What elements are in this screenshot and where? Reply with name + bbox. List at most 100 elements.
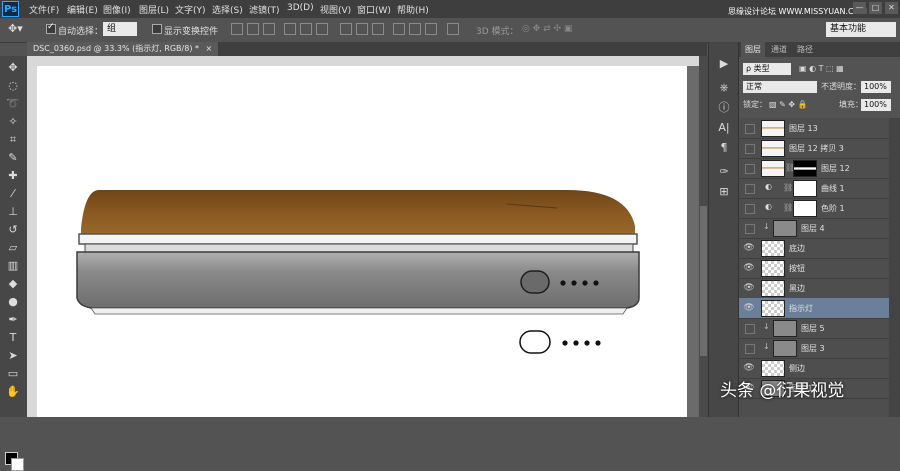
align-hcenter-icon[interactable] xyxy=(300,23,312,35)
brush-tool-icon[interactable]: ⁄ xyxy=(3,186,23,202)
blend-mode-dropdown[interactable]: 正常 xyxy=(743,81,817,93)
tab-paths[interactable]: 路径 xyxy=(793,42,817,57)
document-tab[interactable]: DSC_0360.psd @ 33.3% (指示灯, RGB/8) * × xyxy=(27,42,219,56)
clone-source-icon[interactable]: ⊞ xyxy=(716,184,732,200)
eye-icon[interactable]: 👁 xyxy=(743,242,755,254)
lock-icons[interactable]: ▧ ✎ ✥ 🔒 xyxy=(769,98,808,112)
layer-row[interactable]: ◐ ⛓ 色阶 1 xyxy=(739,198,889,219)
eye-icon[interactable]: 👁 xyxy=(743,302,755,314)
gradient-tool-icon[interactable]: ▥ xyxy=(3,258,23,274)
distribute-bottom-icon[interactable] xyxy=(372,23,384,35)
move-tool-preset-icon[interactable]: ✥▾ xyxy=(8,22,23,35)
layer-row[interactable]: 图层 12 拷贝 3 xyxy=(739,138,889,159)
layer-row[interactable]: 👁 底边 xyxy=(739,238,889,259)
fill-input[interactable]: 100% xyxy=(861,99,891,111)
layer-row[interactable]: ↓ 图层 4 xyxy=(739,218,889,239)
filter-icons[interactable]: ▣ ◐ T ⬚ ▦ xyxy=(799,62,844,76)
layer-row-selected[interactable]: 👁 指示灯 xyxy=(739,298,889,319)
menu-help[interactable]: 帮助(H) xyxy=(397,3,429,16)
layer-row[interactable]: 👁 黑边 xyxy=(739,278,889,299)
healing-brush-tool-icon[interactable]: ✚ xyxy=(3,168,23,184)
distribute-left-icon[interactable] xyxy=(393,23,405,35)
align-left-icon[interactable] xyxy=(284,23,296,35)
history-icon[interactable]: ⎈ xyxy=(716,80,732,96)
align-bottom-icon[interactable] xyxy=(263,23,275,35)
visibility-toggle[interactable] xyxy=(745,164,755,174)
layer-row[interactable]: 图层 13 xyxy=(739,118,889,139)
visibility-toggle[interactable] xyxy=(745,124,755,134)
align-vcenter-icon[interactable] xyxy=(247,23,259,35)
visibility-toggle[interactable] xyxy=(745,344,755,354)
visibility-toggle[interactable] xyxy=(745,204,755,214)
eye-icon[interactable]: 👁 xyxy=(743,262,755,274)
blur-tool-icon[interactable]: ◆ xyxy=(3,276,23,292)
auto-align-icon[interactable] xyxy=(447,23,459,35)
shape-tool-icon[interactable]: ▭ xyxy=(3,366,23,382)
pen-tool-icon[interactable]: ✒ xyxy=(3,312,23,328)
opacity-input[interactable]: 100% xyxy=(861,81,891,93)
maximize-button[interactable]: □ xyxy=(869,2,882,14)
play-actions-icon[interactable]: ▶ xyxy=(716,56,732,72)
close-button[interactable]: ✕ xyxy=(885,2,898,14)
menu-3d[interactable]: 3D(D) xyxy=(287,3,314,13)
layer-row[interactable]: ⛓ 图层 12 xyxy=(739,158,889,179)
distribute-hcenter-icon[interactable] xyxy=(409,23,421,35)
tab-layers[interactable]: 图层 xyxy=(741,42,765,57)
scrollbar-thumb[interactable] xyxy=(700,206,707,356)
clone-stamp-tool-icon[interactable]: ⊥ xyxy=(3,204,23,220)
history-brush-tool-icon[interactable]: ↺ xyxy=(3,222,23,238)
menu-image[interactable]: 图像(I) xyxy=(103,3,131,16)
filter-kind-dropdown[interactable]: ρ 类型 xyxy=(743,63,791,75)
align-right-icon[interactable] xyxy=(316,23,328,35)
layer-row[interactable]: ↓ 图层 3 xyxy=(739,338,889,359)
visibility-toggle[interactable] xyxy=(745,324,755,334)
menu-layer[interactable]: 图层(L) xyxy=(139,3,169,16)
type-tool-icon[interactable]: T xyxy=(3,330,23,346)
minimize-button[interactable]: — xyxy=(853,2,866,14)
move-tool-icon[interactable]: ✥ xyxy=(3,60,23,76)
eye-icon[interactable]: 👁 xyxy=(743,282,755,294)
visibility-toggle[interactable] xyxy=(745,144,755,154)
show-transform-checkbox[interactable] xyxy=(152,24,162,34)
magic-wand-tool-icon[interactable]: ✧ xyxy=(3,114,23,130)
layer-row[interactable]: 👁 按钮 xyxy=(739,258,889,279)
document-canvas[interactable] xyxy=(37,66,687,417)
distribute-right-icon[interactable] xyxy=(425,23,437,35)
menu-edit[interactable]: 编辑(E) xyxy=(67,3,98,16)
align-top-icon[interactable] xyxy=(231,23,243,35)
paragraph-icon[interactable]: ¶ xyxy=(716,140,732,156)
menu-window[interactable]: 窗口(W) xyxy=(357,3,391,16)
visibility-toggle[interactable] xyxy=(745,184,755,194)
3d-orbit-icon[interactable]: ◎ ✥ ⇄ ✣ ▣ xyxy=(522,24,572,34)
menu-file[interactable]: 文件(F) xyxy=(29,3,59,16)
visibility-toggle[interactable] xyxy=(745,224,755,234)
auto-select-checkbox[interactable] xyxy=(46,22,56,34)
workspace-dropdown[interactable]: 基本功能 xyxy=(826,22,896,37)
auto-select-dropdown[interactable]: 组 xyxy=(103,22,137,36)
menu-filter[interactable]: 滤镜(T) xyxy=(249,3,280,16)
canvas-vertical-scrollbar[interactable] xyxy=(699,56,708,417)
info-icon[interactable]: ⓘ xyxy=(716,100,732,116)
eye-icon[interactable]: 👁 xyxy=(743,362,755,374)
tab-channels[interactable]: 通道 xyxy=(767,42,791,57)
layers-scrollbar[interactable] xyxy=(889,118,900,417)
crop-tool-icon[interactable]: ⌗ xyxy=(3,132,23,148)
path-selection-tool-icon[interactable]: ➤ xyxy=(3,348,23,364)
layer-row[interactable]: ↓ 图层 5 xyxy=(739,318,889,339)
menu-type[interactable]: 文字(Y) xyxy=(175,3,206,16)
background-color-swatch[interactable] xyxy=(11,458,24,471)
brush-presets-icon[interactable]: ✑ xyxy=(716,164,732,180)
menu-view[interactable]: 视图(V) xyxy=(320,3,351,16)
menu-select[interactable]: 选择(S) xyxy=(212,3,243,16)
distribute-top-icon[interactable] xyxy=(340,23,352,35)
hand-tool-icon[interactable]: ✋ xyxy=(3,384,23,400)
distribute-vcenter-icon[interactable] xyxy=(356,23,368,35)
eyedropper-tool-icon[interactable]: ✎ xyxy=(3,150,23,166)
marquee-tool-icon[interactable]: ◌ xyxy=(3,78,23,94)
dodge-tool-icon[interactable]: ● xyxy=(3,294,23,310)
character-icon[interactable]: A| xyxy=(716,120,732,136)
lasso-tool-icon[interactable]: ➰ xyxy=(3,96,23,112)
layer-row[interactable]: ◐ ⛓ 曲线 1 xyxy=(739,178,889,199)
eraser-tool-icon[interactable]: ▱ xyxy=(3,240,23,256)
close-tab-icon[interactable]: × xyxy=(206,44,213,53)
